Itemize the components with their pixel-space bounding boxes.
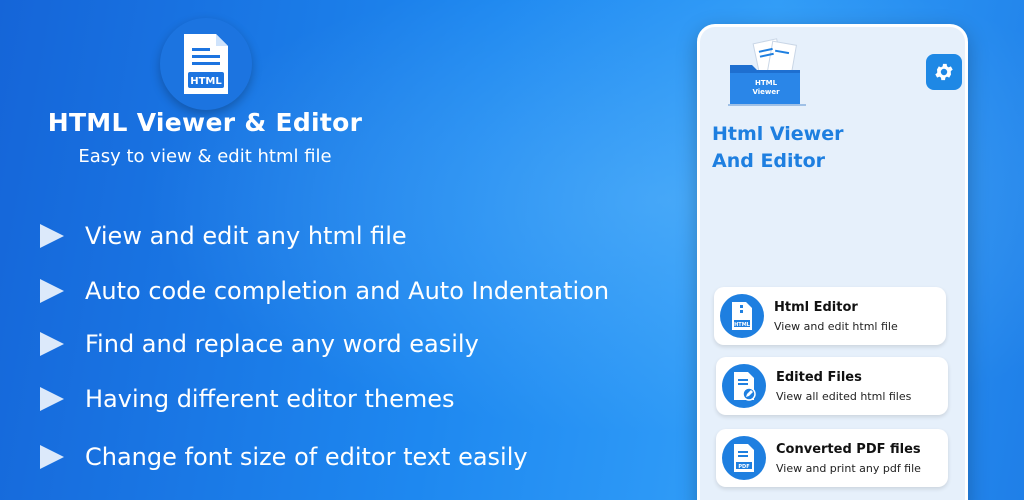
card-subtitle: View and edit html file <box>774 319 898 333</box>
feature-item: Change font size of editor text easily <box>40 443 528 471</box>
feature-item: Find and replace any word easily <box>40 330 479 358</box>
feature-item: Having different editor themes <box>40 385 455 413</box>
feature-item: View and edit any html file <box>40 222 407 250</box>
phone-app-title: Html Viewer And Editor <box>712 121 912 175</box>
html-file-icon: HTML <box>720 294 764 338</box>
app-title: HTML Viewer & Editor <box>47 108 363 137</box>
app-subtitle: Easy to view & edit html file <box>78 146 332 167</box>
bullet-triangle-icon <box>40 332 64 356</box>
feature-text: Change font size of editor text easily <box>85 443 528 471</box>
svg-text:PDF: PDF <box>738 464 749 470</box>
card-subtitle: View and print any pdf file <box>776 461 921 475</box>
bullet-triangle-icon <box>40 224 64 248</box>
html-folder-icon: HTML Viewer <box>728 38 806 106</box>
card-subtitle: View all edited html files <box>776 389 912 403</box>
phone-title-line: And Editor <box>712 150 826 172</box>
folder-label: HTML <box>755 79 778 87</box>
card-title: Converted PDF files <box>776 441 921 457</box>
card-title: Edited Files <box>776 369 862 385</box>
phone-mockup: HTML Viewer Html Viewer And Editor HTML … <box>697 24 968 500</box>
html-file-logo-icon: HTML <box>184 34 228 94</box>
gear-icon <box>935 63 953 81</box>
folder-label: Viewer <box>752 88 780 96</box>
pdf-file-icon: PDF <box>722 436 766 480</box>
edited-files-card[interactable]: Edited Files View all edited html files <box>716 357 948 415</box>
logo-text: HTML <box>190 76 222 87</box>
feature-text: Having different editor themes <box>85 385 455 413</box>
app-logo: HTML <box>160 18 252 110</box>
bullet-triangle-icon <box>40 387 64 411</box>
html-editor-card[interactable]: HTML Html Editor View and edit html file <box>714 287 946 345</box>
converted-pdf-card[interactable]: PDF Converted PDF files View and print a… <box>716 429 948 487</box>
feature-text: Find and replace any word easily <box>85 330 479 358</box>
edit-file-icon <box>722 364 766 408</box>
feature-text: View and edit any html file <box>85 222 407 250</box>
bullet-triangle-icon <box>40 279 64 303</box>
svg-text:HTML: HTML <box>734 322 751 328</box>
feature-text: Auto code completion and Auto Indentatio… <box>85 277 610 305</box>
card-title: Html Editor <box>774 299 858 315</box>
bullet-triangle-icon <box>40 445 64 469</box>
phone-title-line: Html Viewer <box>712 123 844 145</box>
settings-button[interactable] <box>926 54 962 90</box>
feature-item: Auto code completion and Auto Indentatio… <box>40 277 609 305</box>
